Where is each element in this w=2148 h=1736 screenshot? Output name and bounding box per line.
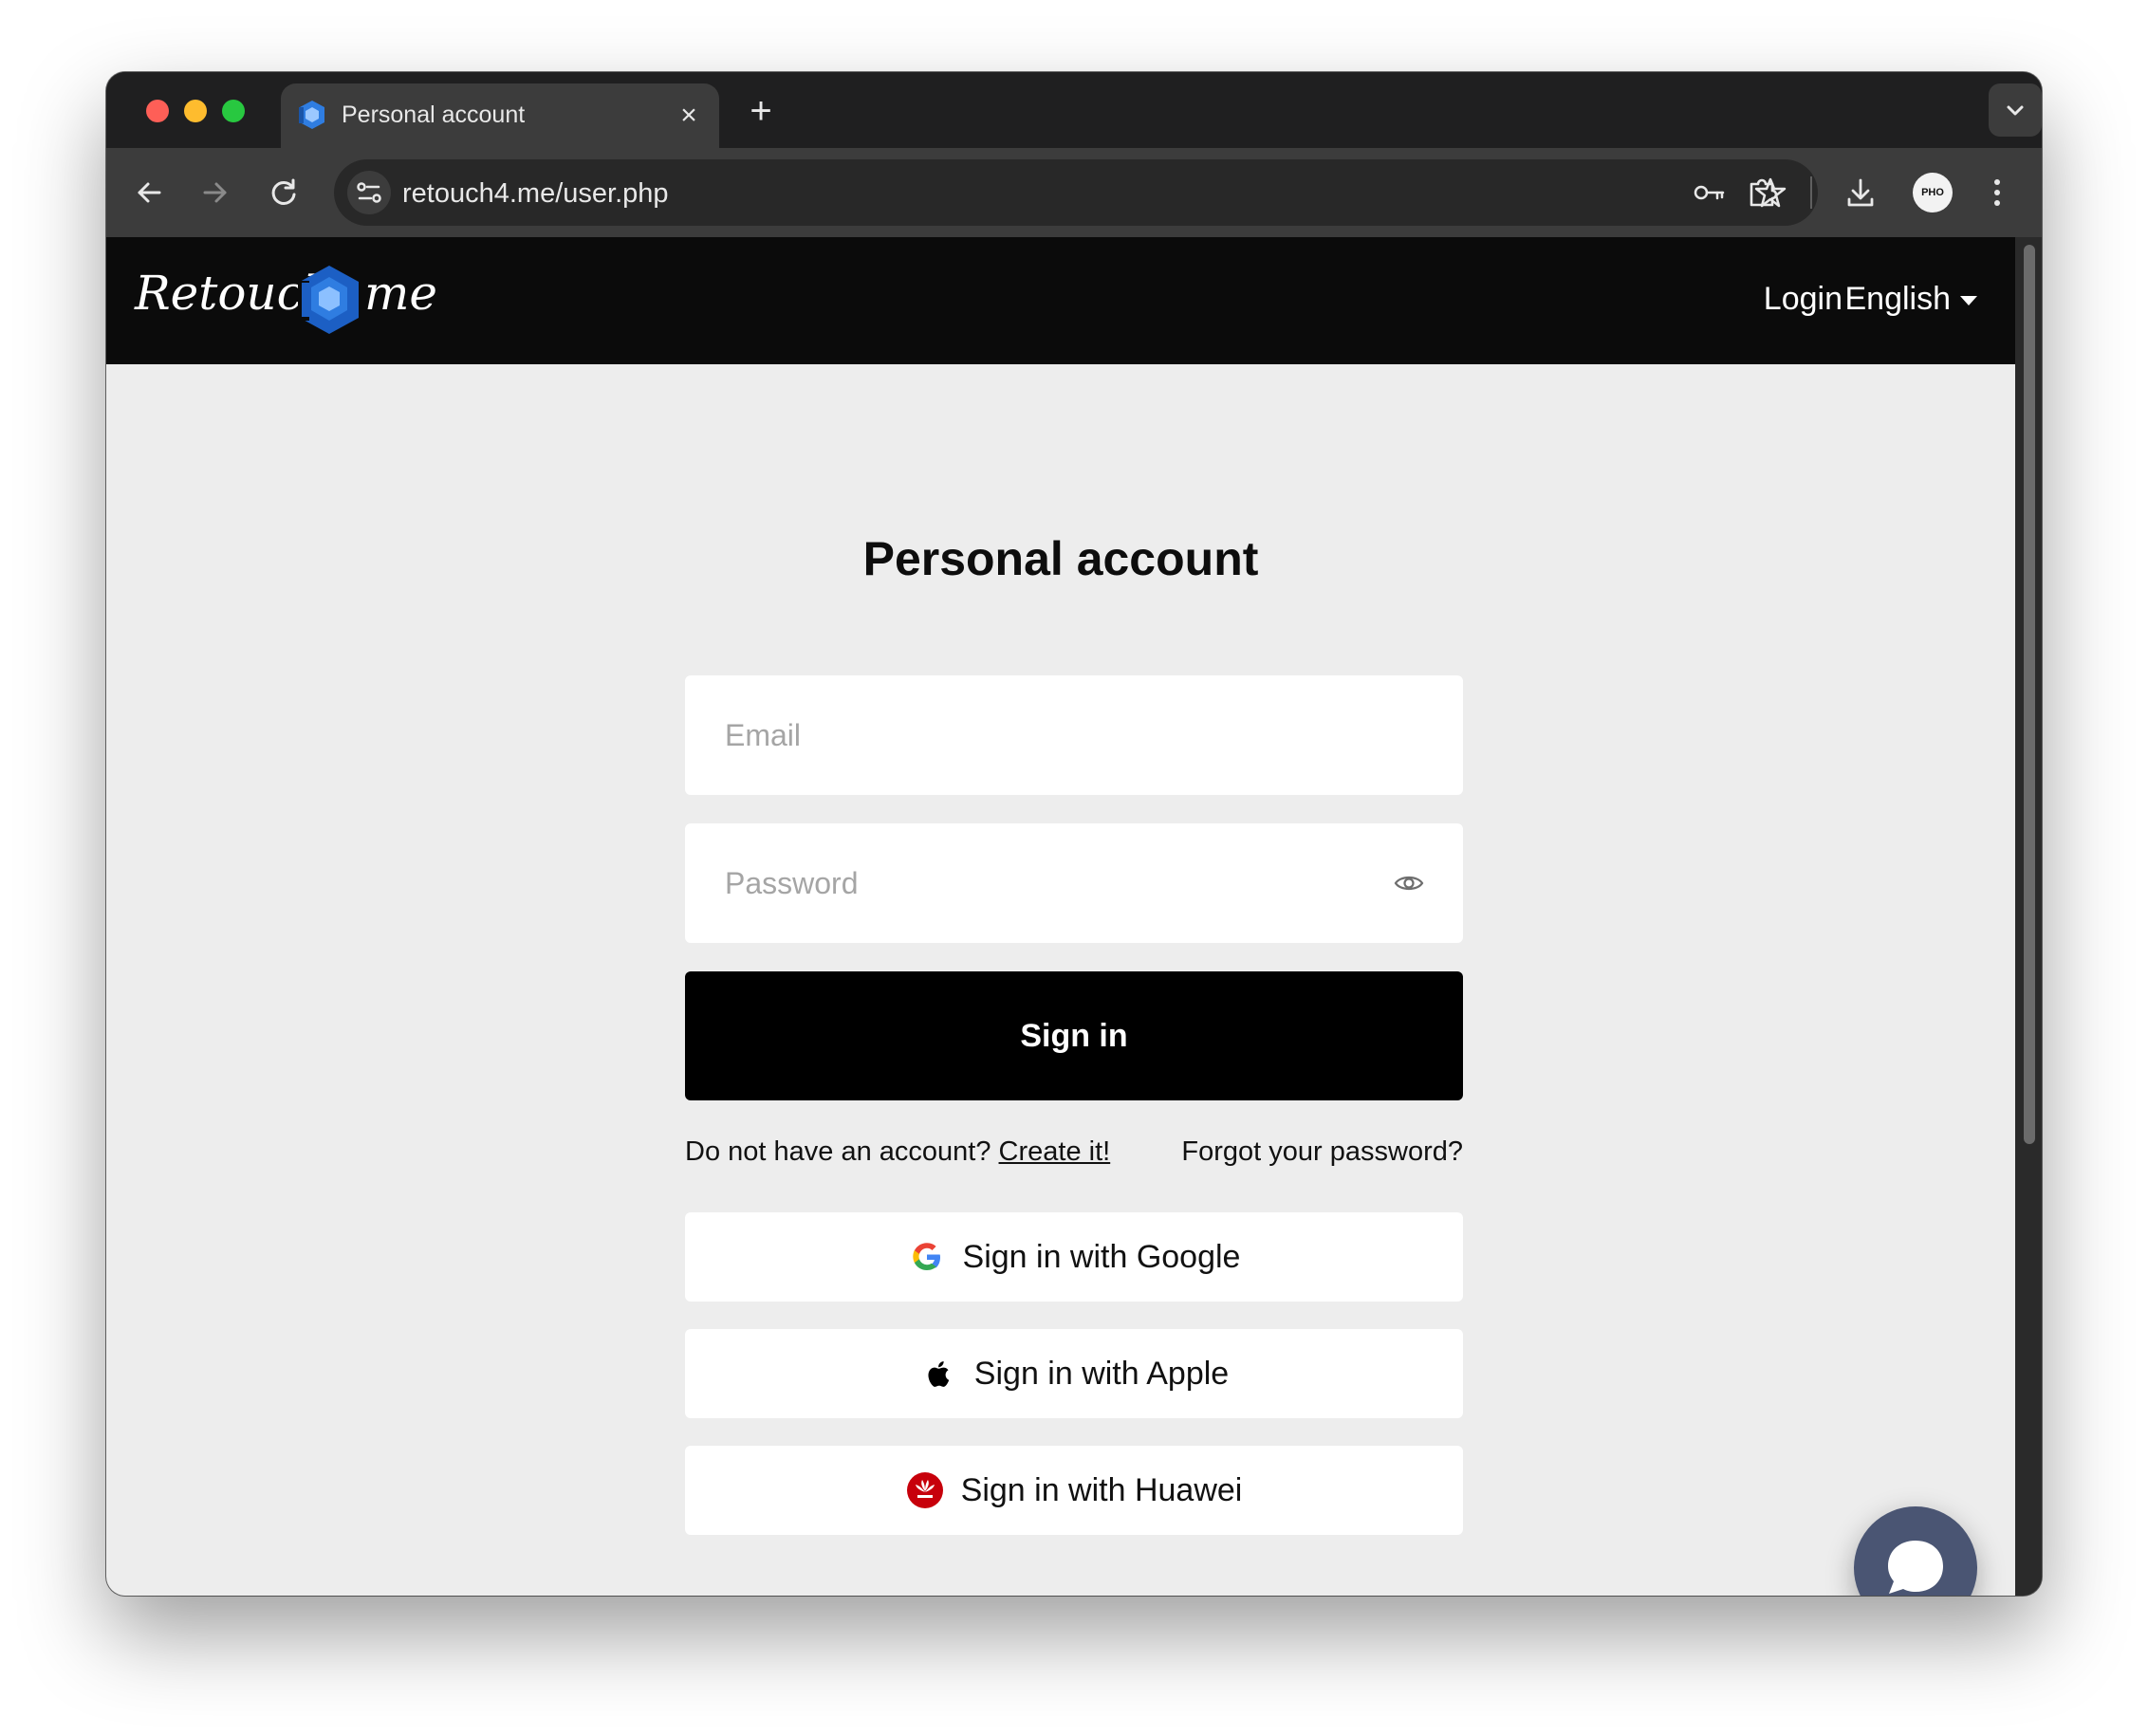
url-text[interactable]: retouch4.me/user.php <box>402 178 669 210</box>
language-dropdown[interactable]: English <box>1844 281 1977 318</box>
account-links-row: Do not have an account? Create it! Forgo… <box>685 1136 1463 1174</box>
caret-down-icon <box>1960 296 1977 306</box>
google-signin-button[interactable]: Sign in with Google <box>685 1212 1463 1302</box>
reload-button[interactable] <box>260 169 307 216</box>
tab-search-button[interactable] <box>1989 83 2042 137</box>
site-header: Retouch me Login English <box>106 237 2015 364</box>
forgot-password-link[interactable]: Forgot your password? <box>1181 1136 1463 1168</box>
password-field-container <box>685 823 1463 943</box>
create-account-link[interactable]: Create it! <box>999 1136 1111 1167</box>
browser-toolbar: retouch4.me/user.php PHO <box>106 148 2042 237</box>
huawei-signin-label: Sign in with Huawei <box>960 1471 1243 1508</box>
language-label: English <box>1844 281 1951 317</box>
toolbar-separator <box>1810 176 1812 209</box>
no-account-text: Do not have an account? <box>685 1136 991 1167</box>
google-icon <box>912 1243 940 1270</box>
web-content: Retouch me Login English Personal accoun… <box>106 237 2015 1596</box>
chat-icon <box>1888 1541 1943 1594</box>
chevron-down-icon <box>2007 105 2024 116</box>
tab-personal-account[interactable]: Personal account × <box>281 83 719 148</box>
scrollbar-thumb[interactable] <box>2024 245 2035 1144</box>
download-icon[interactable] <box>1837 169 1884 216</box>
retouch4me-logo[interactable]: Retouch me <box>135 264 437 340</box>
huawei-icon <box>906 1472 943 1508</box>
back-button[interactable] <box>125 169 173 216</box>
apple-signin-label: Sign in with Apple <box>973 1355 1230 1392</box>
extensions-puzzle-icon[interactable] <box>1738 169 1786 216</box>
huawei-signin-button[interactable]: Sign in with Huawei <box>685 1446 1463 1535</box>
tab-close-icon[interactable]: × <box>674 101 704 131</box>
arrow-right-icon <box>203 182 227 203</box>
maximize-window-button[interactable] <box>222 100 245 122</box>
retouch-favicon-icon <box>299 101 324 129</box>
email-field[interactable] <box>685 675 1463 795</box>
new-tab-icon[interactable]: + <box>742 92 780 131</box>
page-title: Personal account <box>862 532 1259 585</box>
logo-word-right: me <box>364 266 438 321</box>
arrow-left-icon <box>138 182 161 203</box>
profile-avatar[interactable]: PHO <box>1913 173 1953 212</box>
google-signin-label: Sign in with Google <box>962 1238 1241 1275</box>
minimize-window-button[interactable] <box>184 100 207 122</box>
page-scrollbar[interactable] <box>2015 237 2042 1596</box>
forward-button[interactable] <box>192 169 239 216</box>
no-account-prompt: Do not have an account? Create it! <box>685 1136 1110 1168</box>
eye-icon[interactable] <box>1393 867 1425 899</box>
apple-icon <box>928 1361 949 1387</box>
close-window-button[interactable] <box>146 100 169 122</box>
password-key-icon[interactable] <box>1691 174 1729 212</box>
more-menu-icon[interactable] <box>1973 169 2021 216</box>
tab-title: Personal account <box>342 102 526 128</box>
sign-in-button[interactable]: Sign in <box>685 971 1463 1100</box>
email-field-container <box>685 675 1463 795</box>
tune-icon <box>357 182 381 203</box>
site-info-button[interactable] <box>347 171 391 214</box>
reload-icon <box>271 178 296 205</box>
apple-signin-button[interactable]: Sign in with Apple <box>685 1329 1463 1418</box>
logo-cube-icon <box>298 266 359 334</box>
address-bar[interactable]: retouch4.me/user.php <box>334 159 1818 226</box>
header-login-link[interactable]: Login <box>1764 281 1842 318</box>
browser-window: Personal account × + retouch4.me/user.ph… <box>106 72 2042 1596</box>
tab-strip: Personal account × + <box>106 72 2042 148</box>
password-field[interactable] <box>685 823 1463 943</box>
chat-widget-button[interactable] <box>1854 1506 1977 1596</box>
